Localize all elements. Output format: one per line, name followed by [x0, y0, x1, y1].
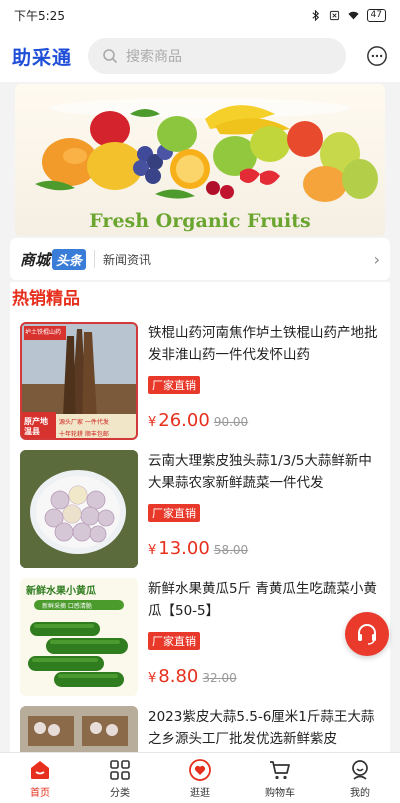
product-tag: 厂家直销 — [148, 632, 200, 650]
product-title: 铁棍山药河南焦作垆土铁棍山药产地批发非淮山药一件代发怀山药 — [148, 325, 378, 363]
banner-caption: Fresh Organic Fruits — [89, 210, 311, 232]
original-price: 32.00 — [202, 671, 237, 685]
tab-label: 购物车 — [265, 787, 295, 799]
product-image: 垆土铁棍山药 原产地温县 源头厂家 一件代发 十年轮耕 顺丰包邮 — [20, 322, 138, 440]
sim-off-icon — [329, 10, 339, 20]
img-badge-top: 垆土铁棍山药 — [25, 329, 62, 336]
news-logo-mall: 商城 — [20, 250, 51, 269]
img-badge-right: 源头厂家 一件代发 — [59, 419, 109, 426]
original-price: 58.00 — [213, 543, 249, 557]
status-time: 下午5:25 — [14, 8, 65, 23]
home-icon — [31, 760, 49, 779]
img-subheading: 新鲜采摘 口感清脆 — [42, 603, 92, 610]
tab-label: 首页 — [30, 787, 50, 799]
user-icon — [352, 759, 368, 780]
chevron-right-icon: › — [373, 249, 380, 269]
product-price: 13.00 — [158, 538, 210, 559]
product-price: 26.00 — [158, 410, 210, 431]
app-header: 助采通 搜索商品 — [0, 30, 400, 82]
bluetooth-icon — [311, 9, 319, 21]
heart-badge-icon — [189, 758, 211, 781]
customer-service-button[interactable] — [345, 612, 389, 656]
currency-symbol: ¥ — [148, 543, 157, 558]
product-title: 新鲜水果黄瓜5斤 青黄瓜生吃蔬菜小黄瓜【50-5】 — [148, 581, 377, 619]
product-card[interactable]: 2023紫皮大蒜5.5-6厘米1斤蒜王大蒜之乡源头工厂批发优选新鲜紫皮 — [20, 706, 380, 752]
product-tag: 厂家直销 — [148, 376, 200, 394]
tab-browse[interactable]: 逛逛 — [160, 753, 240, 803]
price-row: ¥ 26.00 90.00 — [148, 410, 248, 431]
img-badge-bottom: 十年轮耕 顺丰包邮 — [59, 431, 109, 438]
product-info: 2023紫皮大蒜5.5-6厘米1斤蒜王大蒜之乡源头工厂批发优选新鲜紫皮 — [148, 706, 380, 752]
img-heading: 新鲜水果小黄瓜 — [26, 586, 96, 597]
product-tag: 厂家直销 — [148, 504, 200, 522]
bottom-tab-bar: 首页 分类 逛逛 购物车 我的 — [0, 752, 400, 803]
search-input[interactable]: 搜索商品 — [88, 38, 346, 74]
currency-symbol: ¥ — [148, 671, 157, 686]
wifi-icon — [347, 11, 359, 19]
battery-indicator: 47 — [366, 8, 386, 22]
img-badge-left: 原产地温县 — [24, 417, 48, 436]
section-title: 热销精品 — [12, 289, 80, 309]
original-price: 90.00 — [213, 415, 249, 429]
currency-symbol: ¥ — [148, 415, 157, 430]
news-text: 新闻资讯 — [103, 252, 152, 267]
tab-home[interactable]: 首页 — [0, 753, 80, 803]
search-icon — [103, 49, 118, 64]
tab-category[interactable]: 分类 — [80, 753, 160, 803]
product-image — [20, 706, 138, 752]
promo-banner[interactable]: Fresh Organic Fruits — [15, 84, 385, 236]
tab-label: 我的 — [350, 787, 370, 799]
price-row: ¥ 8.80 32.00 — [148, 666, 237, 687]
grid-icon — [110, 759, 130, 780]
news-logo-headline: 头条 — [52, 248, 87, 270]
product-info: 铁棍山药河南焦作垆土铁棍山药产地批发非淮山药一件代发怀山药 厂家直销 ¥ 26.… — [148, 322, 380, 440]
app-logo: 助采通 — [12, 46, 73, 69]
product-card[interactable]: 新鲜水果小黄瓜 新鲜采摘 口感清脆 新鲜水果黄瓜5斤 青黄瓜生吃蔬菜小黄瓜【50… — [20, 578, 380, 696]
product-info: 云南大理紫皮独头蒜1/3/5大蒜鲜新中大果蒜农家新鲜蔬菜一件代发 厂家直销 ¥ … — [148, 450, 380, 568]
tab-label: 逛逛 — [190, 787, 210, 799]
product-card[interactable]: 垆土铁棍山药 原产地温县 源头厂家 一件代发 十年轮耕 顺丰包邮 铁棍山药河南焦… — [20, 322, 380, 440]
news-bar[interactable]: 商城 头条 新闻资讯 › — [10, 238, 390, 280]
headset-icon — [358, 624, 376, 645]
product-title: 云南大理紫皮独头蒜1/3/5大蒜鲜新中大果蒜农家新鲜蔬菜一件代发 — [148, 453, 372, 491]
search-placeholder: 搜索商品 — [126, 49, 182, 65]
product-image — [20, 450, 138, 568]
tab-label: 分类 — [110, 787, 130, 799]
tab-cart[interactable]: 购物车 — [240, 753, 320, 803]
price-row: ¥ 13.00 58.00 — [148, 538, 248, 559]
product-card[interactable]: 云南大理紫皮独头蒜1/3/5大蒜鲜新中大果蒜农家新鲜蔬菜一件代发 厂家直销 ¥ … — [20, 450, 380, 568]
product-image: 新鲜水果小黄瓜 新鲜采摘 口感清脆 — [20, 578, 138, 696]
cart-icon — [270, 760, 290, 779]
status-bar: 下午5:25 47 — [0, 0, 400, 30]
status-icons: 47 — [310, 8, 386, 22]
tab-mine[interactable]: 我的 — [320, 753, 400, 803]
hot-products-section: 热销精品 垆土铁棍山药 原产地温县 源头厂家 一件代发 十年轮耕 顺丰包邮 铁棍… — [10, 282, 390, 752]
news-divider — [94, 250, 96, 268]
product-title: 2023紫皮大蒜5.5-6厘米1斤蒜王大蒜之乡源头工厂批发优选新鲜紫皮 — [148, 709, 375, 747]
product-price: 8.80 — [158, 666, 199, 687]
message-icon[interactable] — [366, 45, 388, 67]
